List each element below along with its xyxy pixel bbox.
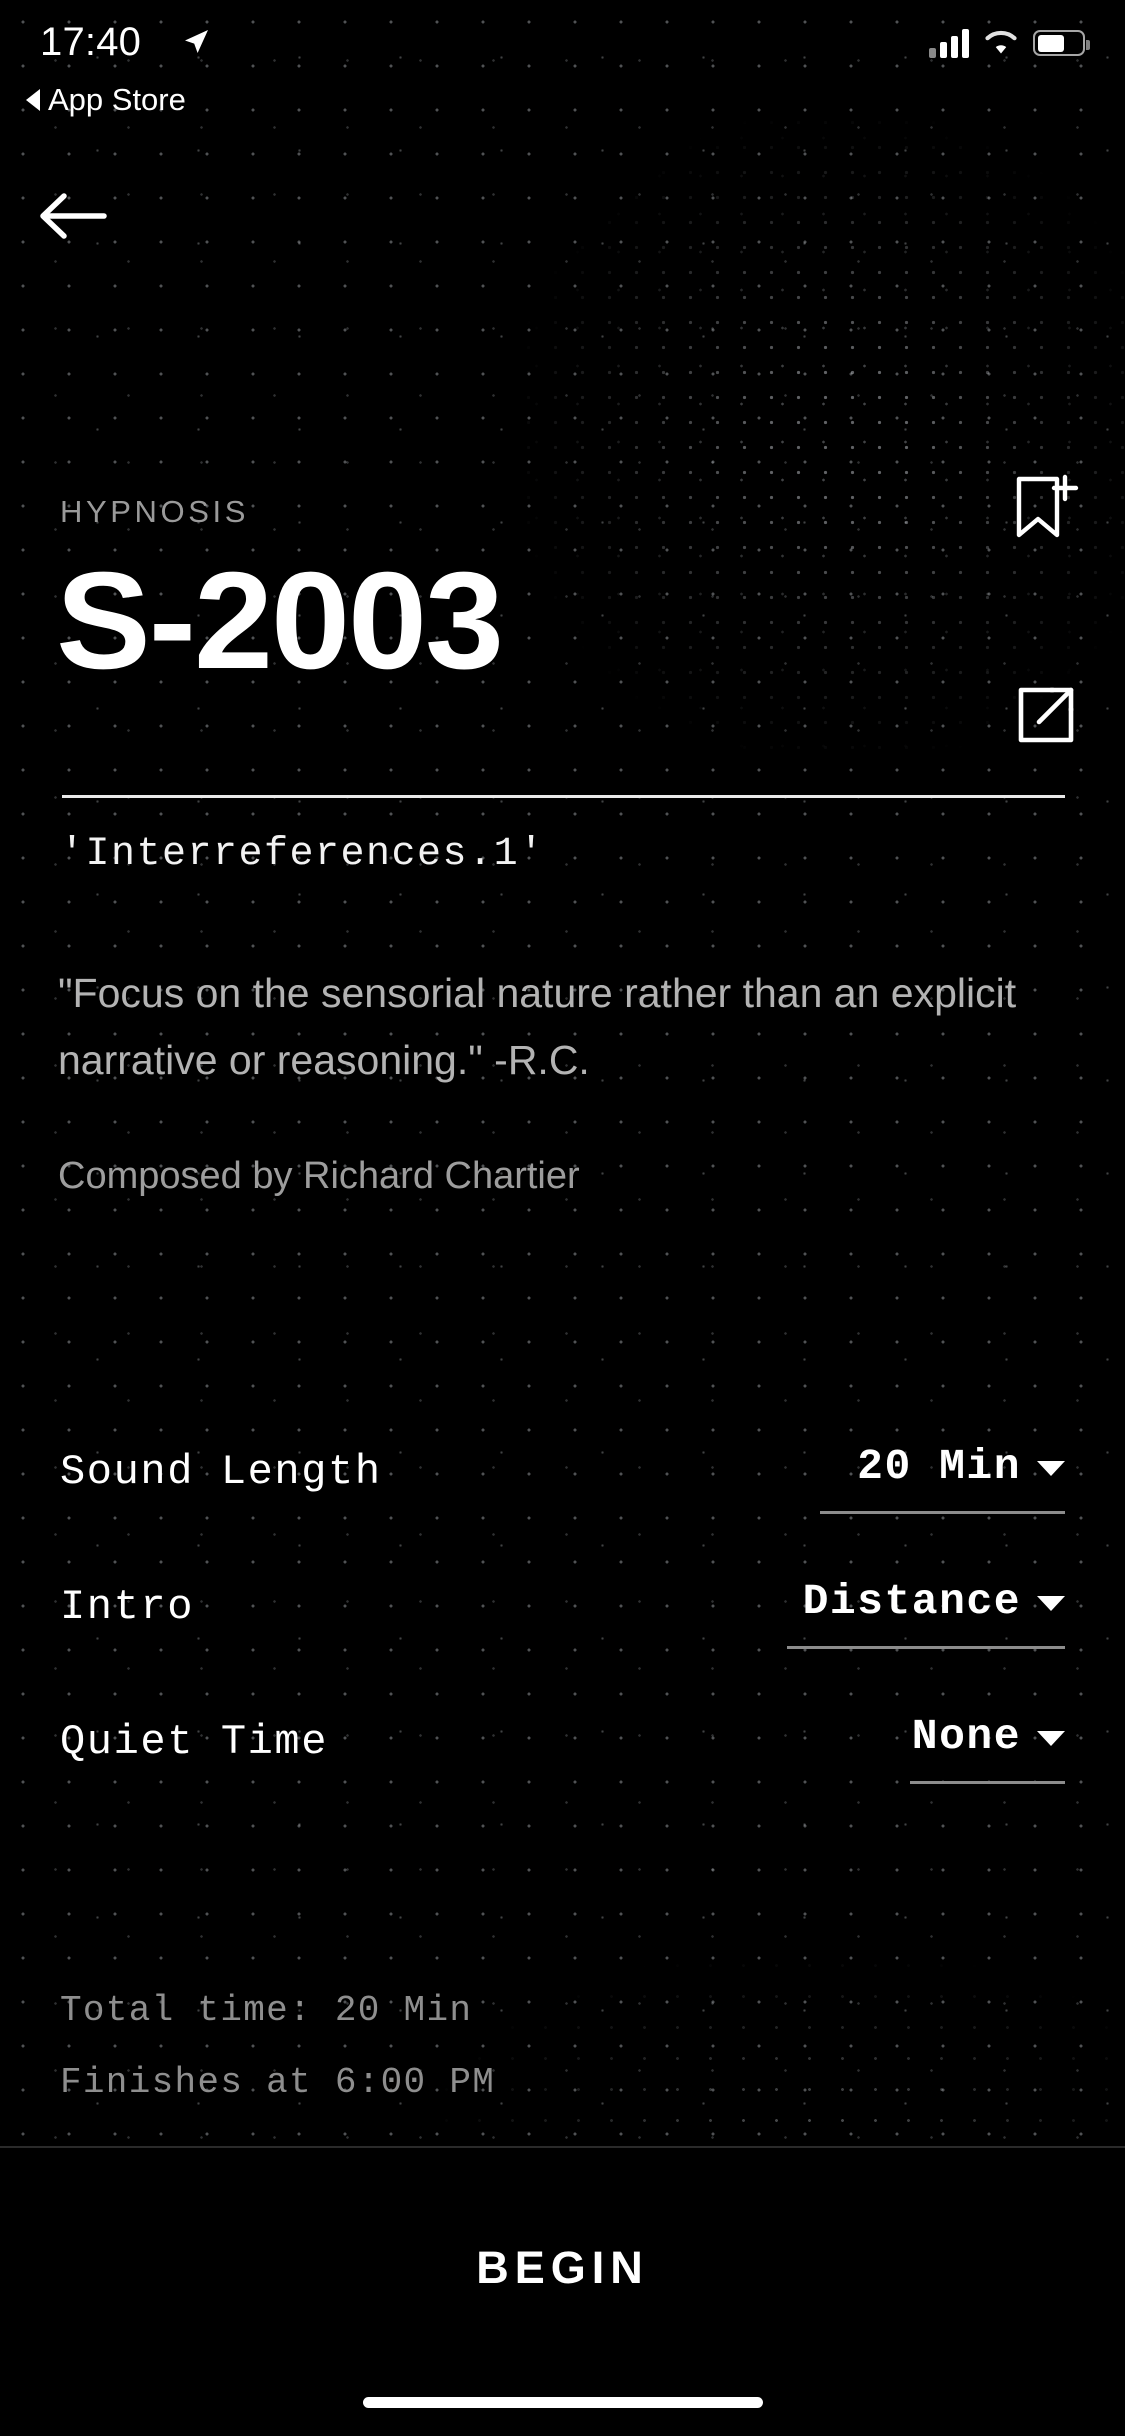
app-screen: 17:40 App Store HYPNOSIS S-2003 'Interre… bbox=[0, 0, 1125, 2436]
page-title: S-2003 bbox=[56, 544, 504, 698]
wifi-icon bbox=[985, 30, 1017, 54]
quiet-time-value: None bbox=[911, 1712, 1021, 1761]
back-to-app-store-label: App Store bbox=[48, 82, 186, 117]
home-indicator bbox=[362, 2397, 763, 2408]
status-bar: 17:40 App Store bbox=[0, 0, 1125, 140]
options-list: Sound Length 20 Min Intro Distance Quiet… bbox=[0, 1430, 1125, 1835]
quiet-time-dropdown[interactable]: None bbox=[912, 1712, 1065, 1761]
sound-length-value: 20 Min bbox=[857, 1442, 1021, 1491]
option-label: Quiet Time bbox=[60, 1718, 329, 1766]
total-time-text: Total time: 20 Min bbox=[60, 1990, 473, 2031]
option-label: Sound Length bbox=[60, 1448, 382, 1496]
back-to-app-store-link[interactable]: App Store bbox=[26, 82, 186, 118]
back-button[interactable] bbox=[36, 186, 108, 246]
sound-length-dropdown[interactable]: 20 Min bbox=[857, 1442, 1065, 1491]
session-summary: Total time: 20 Min Finishes at 6:00 PM bbox=[60, 1975, 495, 2119]
external-link-icon bbox=[1018, 687, 1074, 743]
track-subtitle: 'Interreferences.1' bbox=[60, 832, 545, 877]
cellular-signal-icon bbox=[929, 28, 969, 58]
chevron-down-icon bbox=[1037, 1731, 1065, 1746]
status-bar-time: 17:40 bbox=[40, 20, 142, 64]
begin-bar: BEGIN bbox=[0, 2146, 1125, 2436]
begin-button[interactable]: BEGIN bbox=[0, 2242, 1125, 2294]
intro-value: Distance bbox=[802, 1577, 1021, 1626]
quote-text: "Focus on the sensorial nature rather th… bbox=[58, 970, 1017, 1083]
bookmark-button[interactable] bbox=[1003, 466, 1089, 552]
intro-dropdown[interactable]: Distance bbox=[803, 1577, 1065, 1626]
composer-credit: Composed by Richard Chartier bbox=[58, 1155, 580, 1197]
arrow-left-icon bbox=[40, 193, 107, 239]
option-underline bbox=[820, 1511, 1065, 1514]
share-button[interactable] bbox=[1003, 672, 1089, 758]
bookmark-add-icon bbox=[1016, 474, 1079, 538]
chevron-down-icon bbox=[1037, 1596, 1065, 1611]
location-arrow-icon bbox=[185, 30, 208, 53]
chevron-down-icon bbox=[1037, 1461, 1065, 1476]
option-row-sound-length: Sound Length 20 Min bbox=[0, 1430, 1125, 1565]
category-label: HYPNOSIS bbox=[60, 494, 250, 529]
title-divider bbox=[62, 795, 1065, 798]
finishes-at-text: Finishes at 6:00 PM bbox=[60, 2062, 496, 2103]
option-label: Intro bbox=[60, 1583, 195, 1631]
option-row-quiet-time: Quiet Time None bbox=[0, 1700, 1125, 1835]
option-underline bbox=[910, 1781, 1065, 1784]
option-row-intro: Intro Distance bbox=[0, 1565, 1125, 1700]
battery-icon bbox=[1033, 30, 1090, 56]
triangle-left-icon bbox=[26, 89, 40, 111]
option-underline bbox=[787, 1646, 1065, 1649]
status-bar-indicators bbox=[929, 28, 1090, 58]
